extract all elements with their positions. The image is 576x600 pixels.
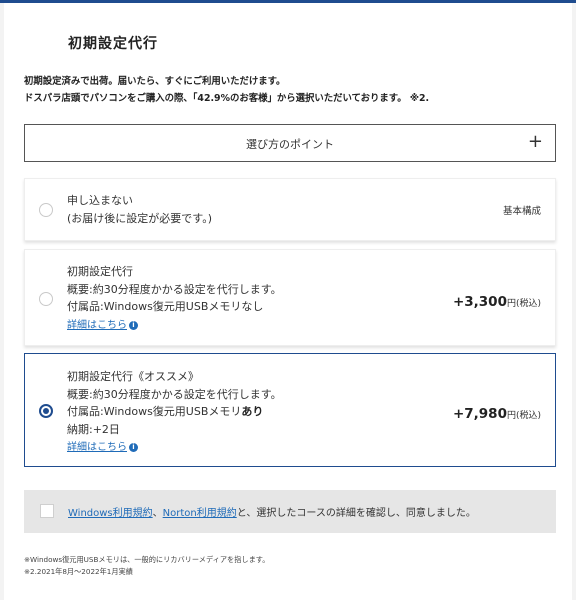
- base-config-label: 基本構成: [502, 206, 541, 217]
- option-price: +7,980円(税込): [453, 403, 541, 422]
- option-price: +3,300円(税込): [453, 291, 541, 310]
- option-no-setup[interactable]: 申し込まない (お届け後に設定が必要です。) 基本構成: [24, 178, 556, 241]
- radio-button[interactable]: [39, 203, 53, 217]
- option-title: 初期設定代行《オススメ》: [67, 370, 199, 383]
- footnote-period: ※2.2021年8月〜2022年1月実績: [24, 567, 133, 576]
- norton-terms-link[interactable]: Norton利用規約: [163, 508, 237, 519]
- section-title: 初期設定代行: [68, 36, 158, 52]
- option-summary: 概要:約30分程度かかる設定を代行します。: [67, 387, 282, 401]
- agreement-separator: 、: [152, 508, 163, 519]
- option-note: (お届け後に設定が必要です。): [67, 211, 212, 225]
- price-tax-label: 円(税込): [506, 299, 541, 309]
- description-line-1: 初期設定済みで出荷。届いたら、すぐにご利用いただけます。: [24, 76, 286, 87]
- details-link[interactable]: 詳細はこちら: [67, 442, 127, 453]
- option-setup-recommended[interactable]: 初期設定代行《オススメ》 概要:約30分程度かかる設定を代行します。 付属品:W…: [24, 353, 556, 467]
- option-accessory: 付属品:Windows復元用USBメモリなし: [67, 300, 264, 313]
- section-description: 初期設定済みで出荷。届いたら、すぐにご利用いただけます。 ドスパラ店頭でパソコン…: [24, 73, 564, 107]
- accessory-bold: あり: [241, 405, 264, 418]
- agreement-checkbox[interactable]: [40, 504, 54, 518]
- option-setup-standard[interactable]: 初期設定代行 概要:約30分程度かかる設定を代行します。 付属品:Windows…: [24, 249, 556, 346]
- radio-button-selected[interactable]: [39, 404, 53, 418]
- price-tax-label: 円(税込): [506, 411, 541, 421]
- option-accessory: 付属品:Windows復元用USBメモリあり: [67, 403, 282, 421]
- footnote-usb: ※Windows復元用USBメモリは、一般的にリカバリーメディアを指します。: [24, 555, 270, 564]
- option-no-setup-text: 申し込まない (お届け後に設定が必要です。): [67, 192, 212, 227]
- windows-terms-link[interactable]: Windows利用規約: [68, 508, 153, 519]
- agreement-text: Windows利用規約、Norton利用規約と、選択したコースの詳細を確認し、同…: [68, 504, 476, 519]
- option-title: 申し込まない: [67, 194, 133, 207]
- agreement-box[interactable]: Windows利用規約、Norton利用規約と、選択したコースの詳細を確認し、同…: [24, 490, 556, 533]
- description-line-2: ドスパラ店頭でパソコンをご購入の際、「42.9%のお客様」から選択いただいており…: [24, 93, 430, 104]
- agreement-statement: と、選択したコースの詳細を確認し、同意しました。: [236, 508, 476, 519]
- info-icon: i: [129, 320, 138, 330]
- option-title: 初期設定代行: [67, 265, 133, 278]
- plus-icon[interactable]: +: [528, 131, 543, 153]
- selection-points-label: 選び方のポイント: [246, 138, 334, 151]
- details-link[interactable]: 詳細はこちら: [67, 320, 127, 331]
- accessory-prefix: 付属品:Windows復元用USBメモリ: [67, 405, 242, 418]
- details-link-row: 詳細はこちら i: [67, 316, 282, 335]
- footnotes: ※Windows復元用USBメモリは、一般的にリカバリーメディアを指します。 ※…: [24, 554, 269, 578]
- option-setup-recommended-text: 初期設定代行《オススメ》 概要:約30分程度かかる設定を代行します。 付属品:W…: [67, 368, 282, 457]
- selection-points-accordion[interactable]: 選び方のポイント +: [24, 124, 556, 162]
- option-summary: 概要:約30分程度かかる設定を代行します。: [67, 282, 282, 296]
- price-amount: +7,980: [452, 406, 507, 422]
- price-amount: +3,300: [452, 294, 507, 310]
- option-delivery: 納期:+2日: [67, 422, 120, 436]
- info-icon: i: [129, 443, 138, 452]
- details-link-row: 詳細はこちら i: [67, 438, 282, 457]
- initial-setup-panel: 初期設定代行 初期設定済みで出荷。届いたら、すぐにご利用いただけます。 ドスパラ…: [4, 3, 572, 600]
- radio-button[interactable]: [39, 292, 53, 306]
- option-setup-standard-text: 初期設定代行 概要:約30分程度かかる設定を代行します。 付属品:Windows…: [67, 263, 282, 334]
